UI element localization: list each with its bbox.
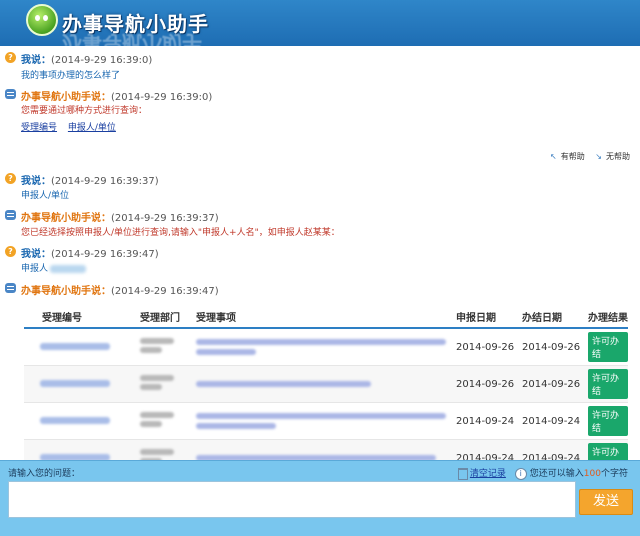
user-message-icon: ?	[5, 52, 16, 63]
message-time: (2014-9-29 16:39:47)	[111, 286, 219, 297]
done-date: 2014-09-26	[516, 328, 582, 366]
apply-date: 2014-09-24	[450, 402, 516, 440]
redacted-item-link[interactable]	[196, 339, 450, 355]
apply-date: 2014-09-26	[450, 328, 516, 366]
apply-date: 2014-09-26	[450, 365, 516, 403]
redacted-department	[140, 335, 174, 356]
message-time: (2014-9-29 16:39:37)	[111, 213, 219, 224]
done-date: 2014-09-24	[516, 439, 582, 460]
question-input[interactable]	[8, 481, 576, 518]
assistant-message-icon	[5, 89, 16, 99]
clear-history-link[interactable]: 清空记录	[470, 469, 506, 479]
redacted-department	[140, 372, 174, 393]
result-badge: 许可办结	[588, 332, 628, 362]
message-time: (2014-9-29 16:39:37)	[51, 176, 159, 187]
assistant-message-icon	[5, 283, 16, 293]
message-text: 您需要通过哪种方式进行查询：	[21, 106, 148, 116]
column-header: 办理结果	[582, 305, 628, 329]
message-text: 我的事项办理的怎么样了	[21, 71, 121, 81]
unhelpful-button[interactable]: ↘ 无帮助	[591, 152, 630, 161]
redacted-department	[140, 446, 174, 460]
app-title-reflection: 办事导航小助手	[62, 31, 202, 46]
message-author: 我说：	[21, 176, 51, 187]
table-row: 2014-09-24 2014-09-24 许可办结	[24, 402, 628, 440]
helpful-button[interactable]: ↖ 有帮助	[546, 152, 585, 161]
user-message-icon: ?	[5, 173, 16, 184]
message-text: 您已经选择按照申报人/单位进行查询,请输入"申报人+人名"，如申报人赵某某：	[21, 228, 340, 238]
message-author: 办事导航小助手说：	[21, 92, 111, 103]
char-limit-prefix: 您还可以输入	[529, 469, 584, 479]
result-badge: 许可办结	[588, 443, 628, 460]
user-message-icon: ?	[5, 246, 16, 257]
char-limit-value: 100	[583, 469, 601, 479]
query-by-applicant-link[interactable]: 申报人/单位	[68, 123, 116, 133]
redacted-case-number[interactable]	[40, 379, 110, 387]
column-header: 受理事项	[190, 305, 450, 329]
message-text: 申报人/单位	[21, 191, 70, 201]
column-header: 申报日期	[450, 305, 516, 329]
done-date: 2014-09-26	[516, 365, 582, 403]
message-time: (2014-9-29 16:39:0)	[111, 92, 213, 103]
result-badge: 许可办结	[588, 406, 628, 436]
apply-date: 2014-09-24	[450, 439, 516, 460]
thumbs-up-icon: ↖	[550, 152, 557, 161]
chat-log[interactable]: ? 我说：(2014-9-29 16:39:0) 我的事项办理的怎么样了 办事导…	[0, 46, 640, 460]
table-row: 2014-09-24 2014-09-24 许可办结	[24, 439, 628, 460]
message-author: 办事导航小助手说：	[21, 213, 111, 224]
trash-icon[interactable]	[457, 467, 468, 480]
redacted-item-link[interactable]	[196, 381, 450, 387]
table-row: 2014-09-26 2014-09-26 许可办结	[24, 328, 628, 366]
info-icon: i	[514, 468, 527, 480]
char-limit-suffix: 个字符	[600, 469, 628, 479]
input-tools: 清空记录 i 您还可以输入100个字符	[457, 466, 628, 480]
message-time: (2014-9-29 16:39:47)	[51, 249, 159, 260]
feedback-bar: ↖ 有帮助 ↘ 无帮助	[542, 151, 630, 162]
app-header: 办事导航小助手 办事导航小助手	[0, 0, 640, 46]
column-header: 受理编号	[24, 305, 134, 329]
message-text: 申报人	[21, 264, 49, 274]
message-author: 我说：	[21, 55, 51, 66]
input-bar: 请输入您的问题： 清空记录 i 您还可以输入100个字符 发送	[0, 460, 640, 536]
assistant-message-icon	[5, 210, 16, 220]
table-row: 2014-09-26 2014-09-26 许可办结	[24, 365, 628, 403]
query-by-number-link[interactable]: 受理编号	[21, 123, 57, 133]
send-button[interactable]: 发送	[579, 489, 633, 515]
results-table: 受理编号 受理部门 受理事项 申报日期 办结日期 办理结果 2014-09-26…	[24, 305, 628, 460]
redacted-case-number[interactable]	[40, 416, 110, 424]
done-date: 2014-09-24	[516, 402, 582, 440]
redacted-case-number[interactable]	[40, 342, 110, 350]
result-badge: 许可办结	[588, 369, 628, 399]
input-prompt: 请输入您的问题：	[8, 469, 81, 479]
column-header: 受理部门	[134, 305, 190, 329]
message-author: 我说：	[21, 249, 51, 260]
column-header: 办结日期	[516, 305, 582, 329]
redacted-name	[50, 264, 87, 273]
message-time: (2014-9-29 16:39:0)	[51, 55, 153, 66]
message-author: 办事导航小助手说：	[21, 286, 111, 297]
table-header-row: 受理编号 受理部门 受理事项 申报日期 办结日期 办理结果	[24, 305, 628, 329]
thumbs-down-icon: ↘	[595, 152, 602, 161]
mascot-logo-icon	[26, 4, 58, 36]
redacted-department	[140, 409, 174, 430]
redacted-item-link[interactable]	[196, 413, 450, 429]
